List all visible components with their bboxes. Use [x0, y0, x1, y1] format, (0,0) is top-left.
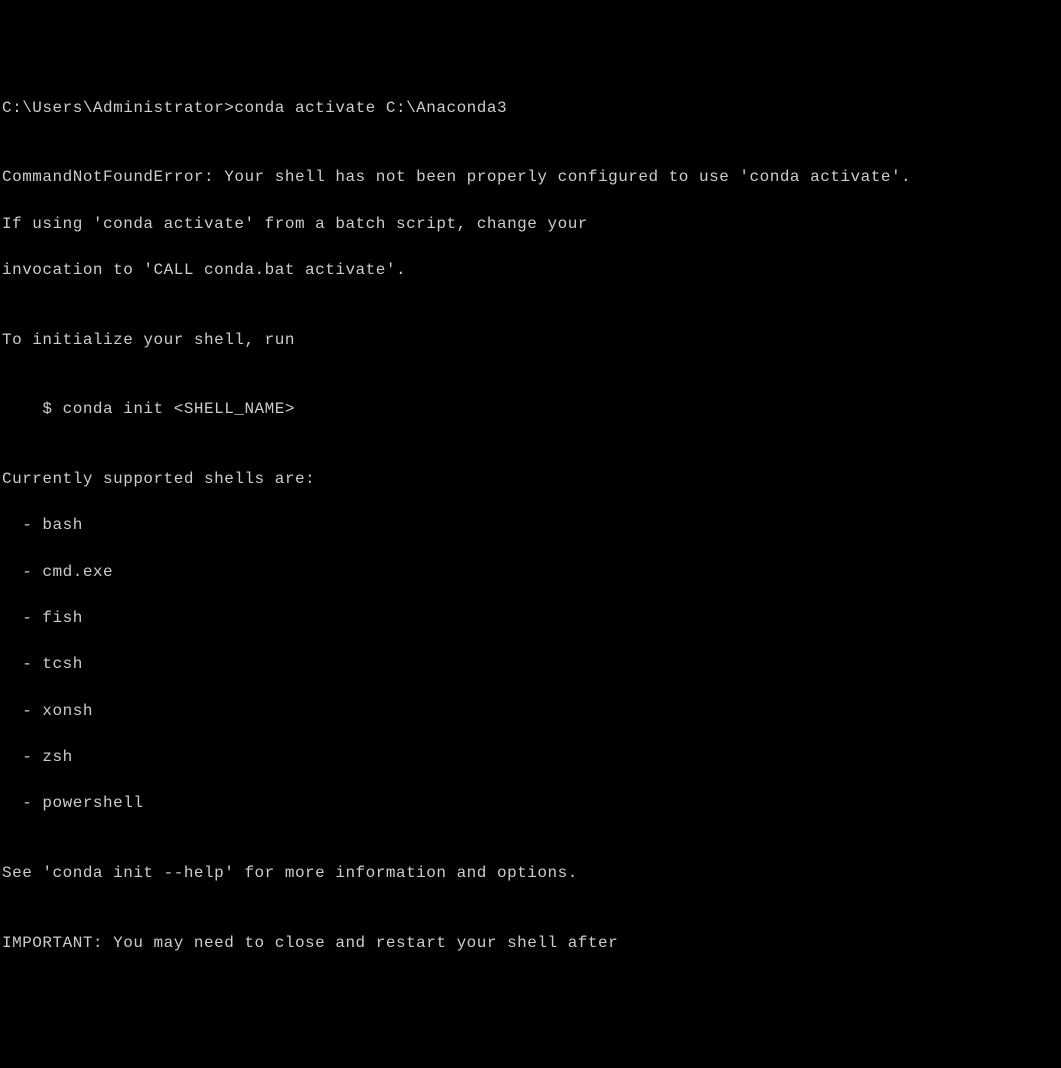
- error-message-line: CommandNotFoundError: Your shell has not…: [2, 166, 1059, 189]
- error-message-line: If using 'conda activate' from a batch s…: [2, 213, 1059, 236]
- prompt-command: conda activate C:\Anaconda3: [234, 99, 507, 117]
- shells-header: Currently supported shells are:: [2, 468, 1059, 491]
- shell-item: - zsh: [2, 746, 1059, 769]
- init-command: $ conda init <SHELL_NAME>: [2, 398, 1059, 421]
- see-help-line: See 'conda init --help' for more informa…: [2, 862, 1059, 885]
- prompt-path: C:\Users\Administrator>: [2, 99, 234, 117]
- shell-item: - cmd.exe: [2, 561, 1059, 584]
- shell-item: - xonsh: [2, 700, 1059, 723]
- shell-item: - tcsh: [2, 653, 1059, 676]
- shell-item: - powershell: [2, 792, 1059, 815]
- error-message-line: invocation to 'CALL conda.bat activate'.: [2, 259, 1059, 282]
- shell-item: - fish: [2, 607, 1059, 630]
- important-line: IMPORTANT: You may need to close and res…: [2, 932, 1059, 955]
- prompt-line[interactable]: C:\Users\Administrator>conda activate C:…: [2, 97, 1059, 120]
- init-header: To initialize your shell, run: [2, 329, 1059, 352]
